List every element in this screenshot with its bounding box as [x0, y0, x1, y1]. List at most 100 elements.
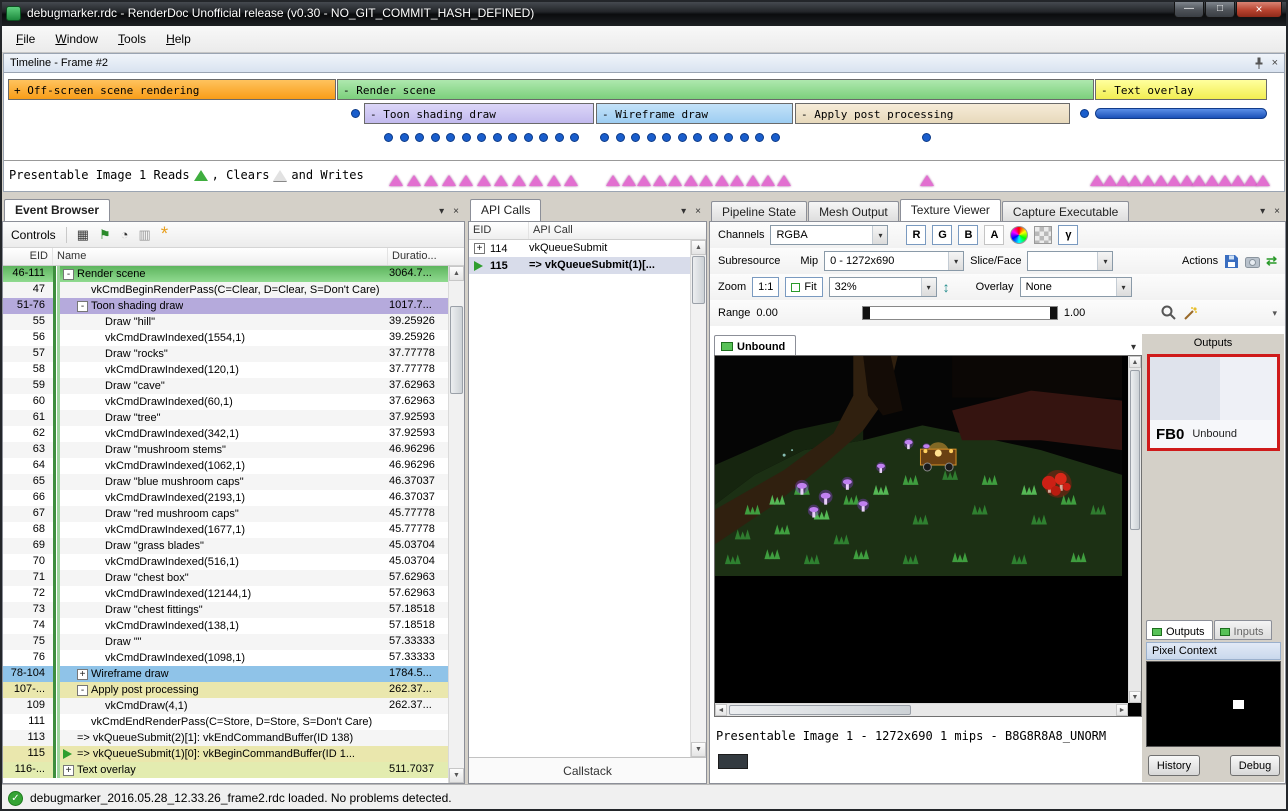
- fit-button[interactable]: Fit: [785, 277, 822, 297]
- event-dot[interactable]: [647, 133, 656, 142]
- event-dot[interactable]: [616, 133, 625, 142]
- tab-event-browser[interactable]: Event Browser: [4, 199, 110, 221]
- write-marker-icon[interactable]: [761, 175, 775, 186]
- event-dot[interactable]: [493, 133, 502, 142]
- event-dot[interactable]: [384, 133, 393, 142]
- event-dot[interactable]: [631, 133, 640, 142]
- write-marker-icon[interactable]: [407, 175, 421, 186]
- tab-api-calls[interactable]: API Calls: [470, 199, 541, 221]
- timeline-section-render-scene[interactable]: - Render scene: [337, 79, 1094, 100]
- tab-texture-viewer[interactable]: Texture Viewer: [900, 199, 1001, 221]
- write-marker-icon[interactable]: [547, 175, 561, 186]
- event-row[interactable]: 116-...+Text overlay511.7037: [3, 762, 448, 778]
- minimize-button[interactable]: —: [1174, 0, 1204, 18]
- tab-inputs[interactable]: Inputs: [1214, 620, 1272, 640]
- tree-toggle-icon[interactable]: -: [77, 685, 88, 696]
- dock-menu-icon[interactable]: ▾: [1260, 206, 1265, 217]
- camera-icon[interactable]: [1245, 255, 1260, 268]
- tab-capture-executable[interactable]: Capture Executable: [1002, 201, 1129, 221]
- event-row[interactable]: 62vkCmdDrawIndexed(342,1)37.92593: [3, 426, 448, 442]
- event-dot[interactable]: [662, 133, 671, 142]
- scroll-left-icon[interactable]: ◄: [715, 704, 727, 716]
- write-marker-icon[interactable]: [564, 175, 578, 186]
- texture-vscrollbar[interactable]: ▲ ▼: [1128, 356, 1141, 703]
- scroll-thumb[interactable]: [1130, 370, 1140, 530]
- tree-toggle-icon[interactable]: -: [77, 301, 88, 312]
- scroll-right-icon[interactable]: ►: [1116, 704, 1128, 716]
- history-button[interactable]: History: [1148, 755, 1200, 776]
- overlay-select[interactable]: None ▾: [1020, 277, 1132, 297]
- save-icon[interactable]: [1224, 254, 1239, 269]
- event-row[interactable]: 51-76-Toon shading draw1017.7...: [3, 298, 448, 314]
- scroll-up-icon[interactable]: ▲: [691, 240, 706, 255]
- event-row[interactable]: 73Draw "chest fittings"57.18518: [3, 602, 448, 618]
- event-row[interactable]: 107-...-Apply post processing262.37...: [3, 682, 448, 698]
- timeline-section-wireframe[interactable]: - Wireframe draw: [596, 103, 793, 124]
- controls-label[interactable]: Controls: [11, 228, 56, 242]
- api-call-row[interactable]: +114vkQueueSubmit: [469, 240, 706, 257]
- write-marker-icon[interactable]: [477, 175, 491, 186]
- event-row[interactable]: 111vkCmdEndRenderPass(C=Store, D=Store, …: [3, 714, 448, 730]
- event-dot[interactable]: [524, 133, 533, 142]
- event-dot[interactable]: [693, 133, 702, 142]
- event-dot[interactable]: [477, 133, 486, 142]
- event-row[interactable]: 71Draw "chest box"57.62963: [3, 570, 448, 586]
- dock-menu-icon[interactable]: ▾: [439, 206, 444, 217]
- texture-viewport[interactable]: ▲ ▼ ◄ ►: [714, 355, 1142, 717]
- event-row[interactable]: 63Draw "mushroom stems"46.96296: [3, 442, 448, 458]
- write-marker-icon[interactable]: [622, 175, 636, 186]
- event-dot[interactable]: [415, 133, 424, 142]
- timeline-section-offscreen[interactable]: + Off-screen scene rendering: [8, 79, 336, 100]
- event-dot[interactable]: [740, 133, 749, 142]
- stats-icon[interactable]: ▥: [139, 228, 151, 241]
- tab-mesh-output[interactable]: Mesh Output: [808, 201, 899, 221]
- write-marker-icon[interactable]: [424, 175, 438, 186]
- event-row[interactable]: 65Draw "blue mushroom caps"46.37037: [3, 474, 448, 490]
- event-dot[interactable]: [771, 133, 780, 142]
- event-row[interactable]: 57Draw "rocks"37.77778: [3, 346, 448, 362]
- event-dot[interactable]: [709, 133, 718, 142]
- event-row[interactable]: 58vkCmdDrawIndexed(120,1)37.77778: [3, 362, 448, 378]
- gamma-button[interactable]: γ: [1058, 225, 1078, 245]
- event-dot[interactable]: [400, 133, 409, 142]
- event-row[interactable]: 59Draw "cave"37.62963: [3, 378, 448, 394]
- magnifier-icon[interactable]: [1161, 305, 1177, 321]
- event-row[interactable]: 64vkCmdDrawIndexed(1062,1)46.96296: [3, 458, 448, 474]
- event-row[interactable]: 109vkCmdDraw(4,1)262.37...: [3, 698, 448, 714]
- scroll-down-icon[interactable]: ▼: [449, 768, 464, 783]
- event-row[interactable]: 47vkCmdBeginRenderPass(C=Clear, D=Clear,…: [3, 282, 448, 298]
- event-browser-scrollbar[interactable]: ▲ ▼: [448, 266, 464, 783]
- event-row[interactable]: 74vkCmdDrawIndexed(138,1)57.18518: [3, 618, 448, 634]
- menu-tools[interactable]: Tools: [108, 28, 156, 50]
- channels-select[interactable]: RGBA ▾: [770, 225, 888, 245]
- write-marker-icon[interactable]: [512, 175, 526, 186]
- event-row[interactable]: 46-111-Render scene3064.7...: [3, 266, 448, 282]
- range-slider[interactable]: [862, 306, 1058, 320]
- event-dot[interactable]: [351, 109, 360, 118]
- timeline-section-text-overlay[interactable]: - Text overlay: [1095, 79, 1267, 100]
- scroll-thumb[interactable]: [450, 306, 463, 394]
- texture-hscrollbar[interactable]: ◄ ►: [715, 703, 1128, 716]
- scroll-thumb[interactable]: [692, 256, 705, 304]
- event-row[interactable]: 68vkCmdDrawIndexed(1677,1)45.77778: [3, 522, 448, 538]
- event-dot[interactable]: [922, 133, 931, 142]
- event-row[interactable]: 66vkCmdDrawIndexed(2193,1)46.37037: [3, 490, 448, 506]
- event-row[interactable]: 55Draw "hill"39.25926: [3, 314, 448, 330]
- flip-vertical-icon[interactable]: ↕: [943, 279, 950, 295]
- event-row[interactable]: 61Draw "tree"37.92593: [3, 410, 448, 426]
- toolbar-overflow-icon[interactable]: ▾: [1272, 308, 1277, 319]
- debug-button[interactable]: Debug: [1230, 755, 1280, 776]
- event-row[interactable]: 115=> vkQueueSubmit(1)[0]: vkBeginComman…: [3, 746, 448, 762]
- timeline-section-post-processing[interactable]: - Apply post processing: [795, 103, 1070, 124]
- close-icon[interactable]: ×: [1272, 57, 1278, 69]
- write-marker-icon[interactable]: [715, 175, 729, 186]
- time-durations-icon[interactable]: ▦: [77, 228, 89, 241]
- scroll-up-icon[interactable]: ▲: [1129, 356, 1141, 368]
- maximize-button[interactable]: □: [1205, 0, 1235, 18]
- mip-select[interactable]: 0 - 1272x690 ▾: [824, 251, 964, 271]
- close-icon[interactable]: ×: [695, 206, 701, 217]
- alpha-channel-button[interactable]: A: [984, 225, 1004, 245]
- write-marker-icon[interactable]: [637, 175, 651, 186]
- close-icon[interactable]: ×: [453, 206, 459, 217]
- bookmark-icon[interactable]: *: [161, 230, 168, 240]
